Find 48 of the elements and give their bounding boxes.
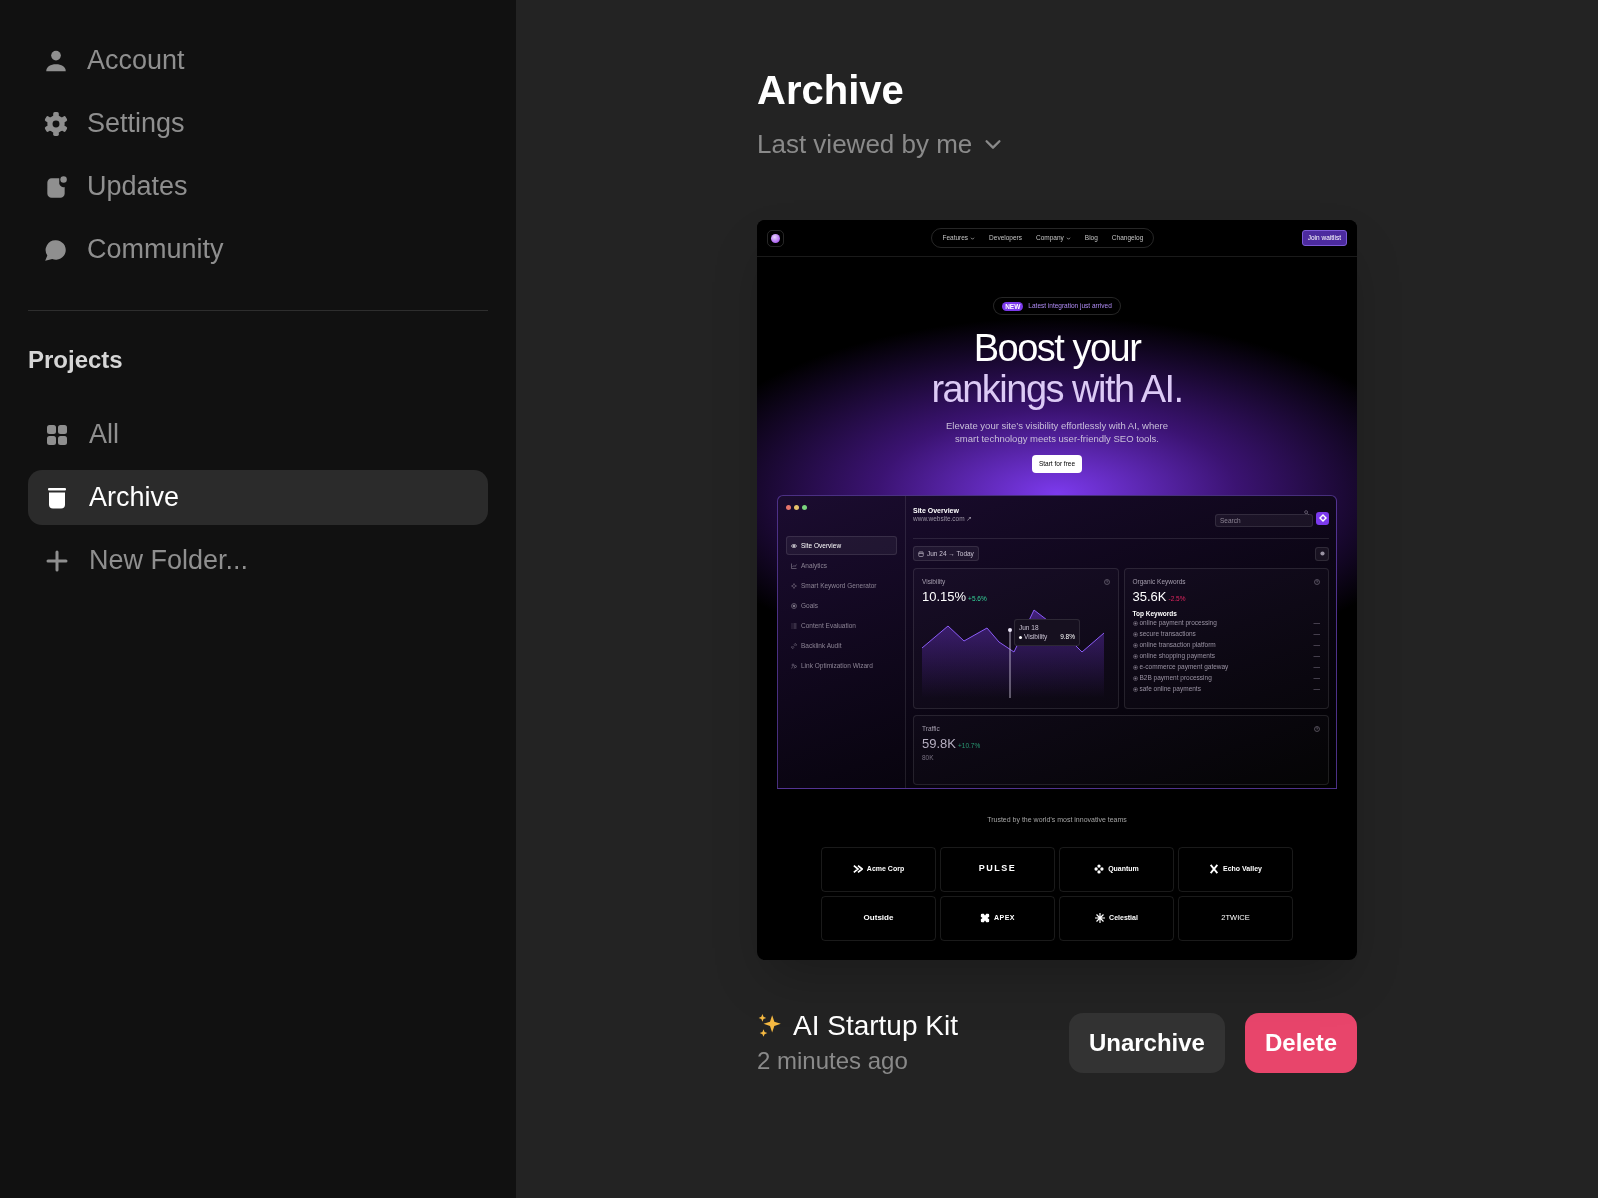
page-title: Archive: [757, 67, 905, 114]
headline: rankings with AI.: [931, 369, 1183, 410]
timestamp: 2 minutes ago: [757, 1046, 909, 1076]
target-icon: [791, 602, 797, 609]
subtitle: smart technology meets user-friendly SEO tools.: [955, 432, 1159, 445]
x-icon: [1209, 864, 1220, 874]
logo-icon: [767, 229, 784, 247]
sidebar-item[interactable]: Updates: [28, 155, 488, 218]
trash-icon: [45, 485, 69, 510]
eye-icon: [791, 542, 797, 549]
chart-icon: [791, 562, 797, 569]
folder-item[interactable]: Archive: [28, 470, 488, 525]
project-name: AI Startup Kit: [793, 1009, 958, 1043]
folder-item[interactable]: All: [28, 407, 488, 462]
sparkle-icon: [791, 582, 797, 589]
chevrons-icon: [852, 864, 863, 874]
settings-button[interactable]: [1315, 546, 1329, 561]
app-button[interactable]: [1316, 511, 1329, 525]
company-name: Outside: [863, 912, 894, 924]
help-icon: [1314, 578, 1320, 585]
sort-dropdown[interactable]: Last viewed by me: [757, 124, 1005, 164]
help-icon: [1103, 578, 1110, 585]
four-dots-icon: [1094, 864, 1105, 874]
unarchive-button[interactable]: Unarchive: [1068, 1013, 1225, 1073]
company-name: PULSE: [978, 862, 1017, 876]
section-title: Projects: [28, 345, 124, 375]
link-icon: [791, 642, 797, 649]
diamond-logo-icon: [1318, 514, 1327, 522]
calendar-icon: [918, 550, 924, 557]
stat-value: 35.6K: [1132, 588, 1167, 604]
puzzle-icon: [979, 913, 990, 923]
stat-value: 59.8K: [922, 735, 956, 751]
delete-button[interactable]: Delete: [1244, 1013, 1357, 1073]
plus-icon: [45, 548, 69, 573]
sidebar-item[interactable]: Community: [28, 218, 488, 281]
help-icon: [1314, 725, 1320, 732]
sidebar-item[interactable]: Account: [28, 29, 488, 92]
list-icon: [791, 622, 797, 629]
asterisk-icon: [1095, 913, 1106, 923]
website-preview[interactable]: [757, 220, 1357, 960]
sidebar-item[interactable]: Settings: [28, 92, 488, 155]
grid-icon: [45, 422, 69, 447]
sparkles-icon: [757, 1013, 783, 1039]
stat-value: 10.15%: [922, 588, 967, 604]
new-folder-button[interactable]: New Folder...: [28, 533, 488, 588]
headline: Boost your: [973, 328, 1141, 369]
subtitle: Elevate your site’s visibility effortlessly with AI, where: [946, 419, 1168, 432]
people-icon: [791, 662, 797, 669]
